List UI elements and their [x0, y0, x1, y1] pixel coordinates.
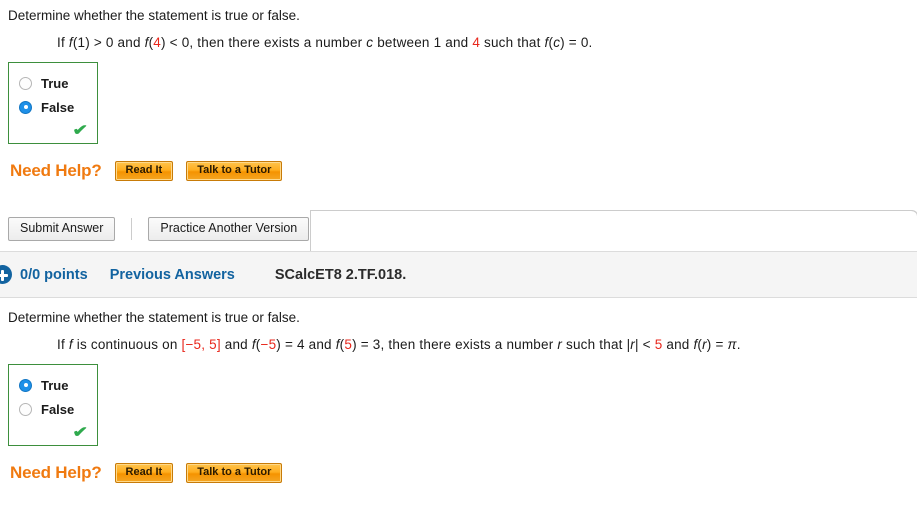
option-row-false[interactable]: False — [9, 397, 97, 421]
points-header-band: 0/0 points Previous Answers SCalcET8 2.T… — [0, 251, 917, 298]
statement-run: 5 — [209, 337, 217, 352]
statement-run: 5 — [344, 337, 353, 352]
correct-check-icon: ✔ — [72, 423, 89, 441]
statement-run: 4 — [472, 35, 481, 50]
statement-run: −5 — [185, 337, 202, 352]
submit-bar: Submit Answer Practice Another Version — [0, 203, 917, 251]
plus-circle-icon[interactable] — [0, 265, 12, 284]
statement-run: and — [662, 337, 694, 352]
statement-run: ) < 0, then there exists a number — [161, 35, 367, 50]
statement-run: is continuous on — [72, 337, 182, 352]
statement-run: , — [201, 337, 210, 352]
statement-run: ) = 4 — [276, 337, 305, 352]
statement-run: between 1 and — [373, 35, 473, 50]
statement-run: −5 — [260, 337, 277, 352]
option-row-true[interactable]: True — [9, 71, 97, 95]
statement-run: If — [57, 337, 69, 352]
points-value: 0/0 points — [20, 266, 88, 283]
need-help-row: Need Help? Read It Talk to a Tutor — [0, 463, 917, 483]
statement-run: such that — [480, 35, 545, 50]
answer-result: ✔ — [9, 119, 97, 141]
correct-check-icon: ✔ — [72, 121, 89, 139]
tab-panel-decoration — [310, 210, 917, 251]
talk-to-tutor-button[interactable]: Talk to a Tutor — [186, 161, 283, 181]
button-divider — [131, 218, 133, 240]
answer-options-box: True False ✔ — [8, 364, 98, 446]
question-prompt: Determine whether the statement is true … — [8, 8, 300, 23]
radio-true[interactable] — [19, 378, 32, 392]
question-block-2: Determine whether the statement is true … — [0, 298, 917, 483]
statement-run: | < — [634, 337, 655, 352]
statement-run: 4 — [153, 35, 162, 50]
statement-run: . — [736, 337, 741, 352]
statement-run: If — [57, 35, 69, 50]
statement-run: and — [304, 337, 336, 352]
statement-run: such that | — [562, 337, 631, 352]
answer-result: ✔ — [9, 421, 97, 443]
radio-false[interactable] — [19, 402, 32, 416]
answer-options-box: True False ✔ — [8, 62, 98, 144]
question-statement: If f is continuous on [−5, 5] and f(−5) … — [0, 337, 917, 352]
question-block-1: Determine whether the statement is true … — [0, 0, 917, 181]
option-label-true: True — [41, 377, 69, 393]
submit-buttons: Submit Answer Practice Another Version — [8, 217, 310, 241]
option-row-true[interactable]: True — [9, 373, 97, 397]
radio-true[interactable] — [19, 76, 32, 90]
read-it-button[interactable]: Read It — [114, 463, 174, 483]
read-it-button[interactable]: Read It — [114, 161, 174, 181]
question-prompt: Determine whether the statement is true … — [8, 310, 300, 325]
option-row-false[interactable]: False — [9, 95, 97, 119]
practice-another-version-button[interactable]: Practice Another Version — [148, 217, 310, 241]
radio-false[interactable] — [19, 100, 32, 114]
statement-run: and — [220, 337, 252, 352]
question-code: SCalcET8 2.TF.018. — [274, 266, 407, 283]
option-label-false: False — [41, 99, 75, 115]
talk-to-tutor-button[interactable]: Talk to a Tutor — [186, 463, 283, 483]
statement-run: ) = 3, then there exists a number — [352, 337, 558, 352]
option-label-false: False — [41, 401, 75, 417]
option-label-true: True — [41, 75, 69, 91]
statement-run: (1) > 0 and — [72, 35, 145, 50]
previous-answers-link[interactable]: Previous Answers — [110, 267, 235, 283]
statement-run: π — [727, 337, 737, 352]
need-help-row: Need Help? Read It Talk to a Tutor — [0, 161, 917, 181]
statement-run: ) = — [706, 337, 728, 352]
question-statement: If f(1) > 0 and f(4) < 0, then there exi… — [0, 35, 917, 50]
statement-run: ) = 0. — [560, 35, 593, 50]
need-help-label: Need Help? — [10, 161, 102, 180]
submit-answer-button[interactable]: Submit Answer — [8, 217, 116, 241]
need-help-label: Need Help? — [10, 463, 102, 482]
